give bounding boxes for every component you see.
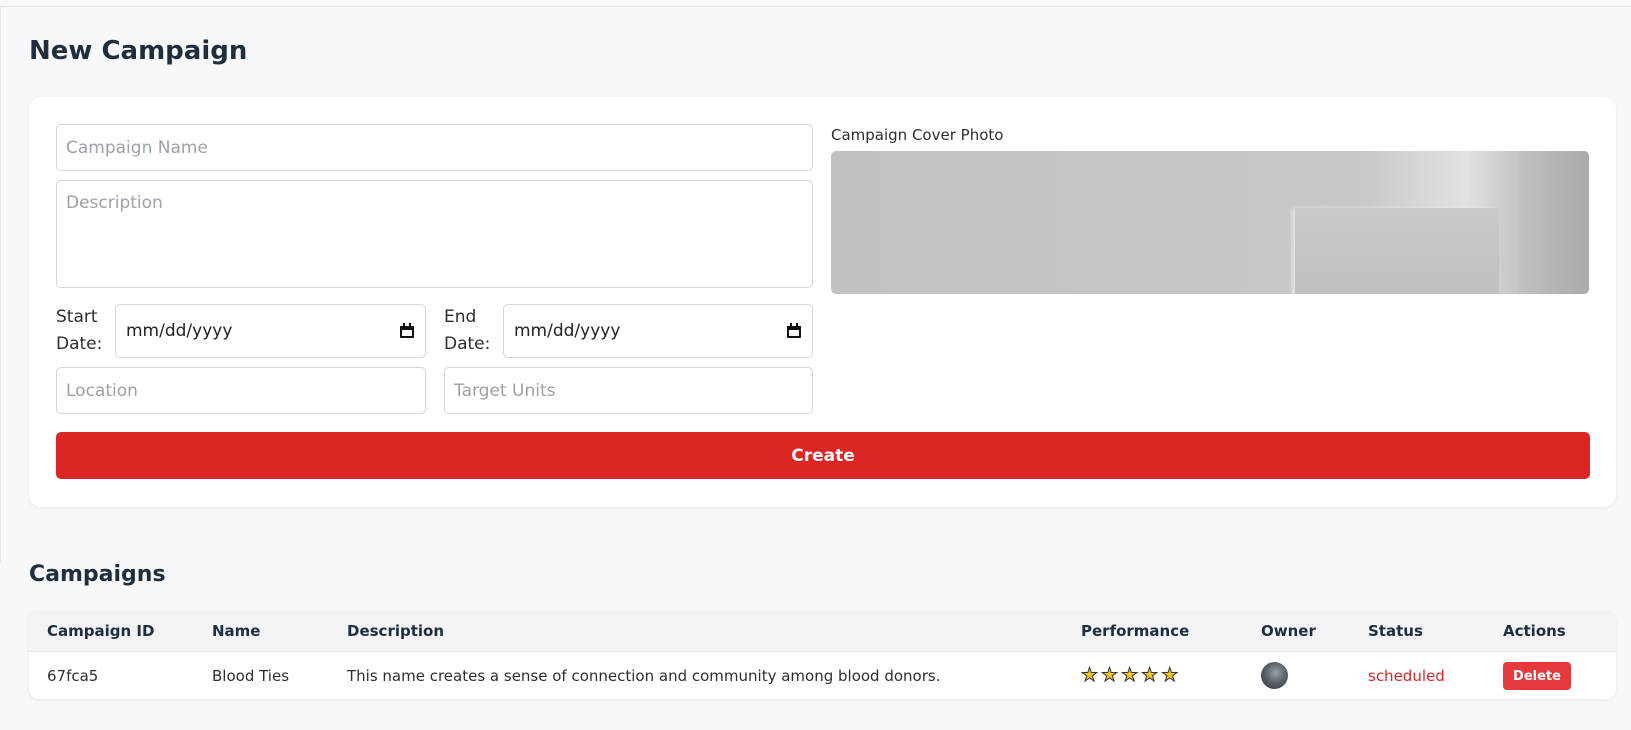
page-title: New Campaign xyxy=(29,36,248,66)
performance-rating: ★ ★ ★ ★ ★ xyxy=(1080,664,1179,686)
cover-photo-label: Campaign Cover Photo xyxy=(831,126,1004,144)
owner-avatar[interactable] xyxy=(1261,662,1288,689)
campaign-description-cell: This name creates a sense of connection … xyxy=(347,667,941,685)
description-input[interactable] xyxy=(56,180,813,288)
star-icon: ★ xyxy=(1121,664,1139,686)
create-button[interactable]: Create xyxy=(56,432,1590,479)
star-icon: ★ xyxy=(1141,664,1159,686)
column-header-campaign-id: Campaign ID xyxy=(47,622,155,640)
end-date-input[interactable]: mm/dd/yyyy xyxy=(503,304,813,358)
calendar-icon[interactable] xyxy=(786,323,802,339)
cover-photo-shadow xyxy=(1519,151,1589,294)
start-date-label: Start Date: xyxy=(56,307,103,354)
start-date-value: mm/dd/yyyy xyxy=(126,321,233,341)
column-header-owner: Owner xyxy=(1261,622,1316,640)
star-icon: ★ xyxy=(1161,664,1179,686)
status-badge: scheduled xyxy=(1368,667,1445,685)
column-header-name: Name xyxy=(212,622,261,640)
star-icon: ★ xyxy=(1080,664,1099,686)
campaign-name-input[interactable] xyxy=(56,124,813,171)
column-header-performance: Performance xyxy=(1081,622,1190,640)
campaigns-title: Campaigns xyxy=(29,562,166,587)
campaign-name-cell: Blood Ties xyxy=(212,667,290,685)
column-header-actions: Actions xyxy=(1503,622,1566,640)
end-date-label: End Date: xyxy=(444,307,491,354)
campaign-id-cell: 67fca5 xyxy=(47,667,99,685)
start-date-input[interactable]: mm/dd/yyyy xyxy=(115,304,426,358)
table-row: 67fca5 Blood Ties This name creates a se… xyxy=(29,651,1616,699)
cover-photo[interactable] xyxy=(831,151,1589,294)
target-units-input[interactable] xyxy=(444,367,813,414)
column-header-description: Description xyxy=(347,622,445,640)
star-icon: ★ xyxy=(1101,664,1119,686)
end-date-value: mm/dd/yyyy xyxy=(514,321,621,341)
calendar-icon[interactable] xyxy=(399,323,415,339)
delete-button[interactable]: Delete xyxy=(1503,662,1571,690)
location-input[interactable] xyxy=(56,367,426,414)
cover-photo-box-shape xyxy=(1295,208,1499,294)
left-divider xyxy=(0,6,1,562)
top-divider xyxy=(0,6,1631,7)
column-header-status: Status xyxy=(1368,622,1423,640)
campaigns-table: Campaign ID Name Description Performance… xyxy=(29,611,1616,699)
table-header: Campaign ID Name Description Performance… xyxy=(29,611,1616,651)
